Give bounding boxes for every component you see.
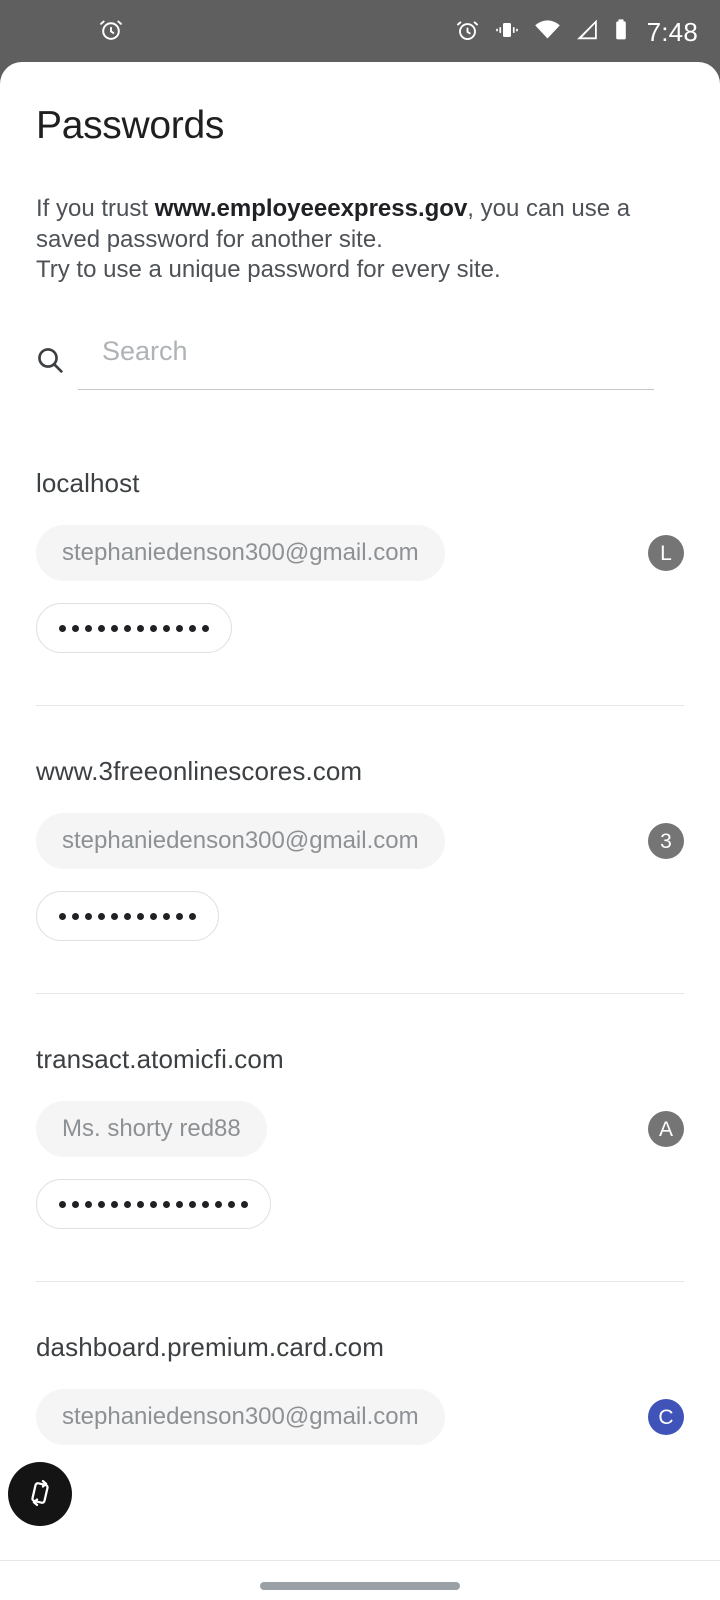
password-dot	[202, 624, 209, 632]
entry-password-row	[0, 581, 720, 654]
password-dot	[85, 624, 92, 632]
password-dot	[85, 912, 92, 920]
password-dot	[176, 1200, 183, 1208]
password-dot	[98, 1200, 105, 1208]
password-dot	[59, 1200, 66, 1208]
password-pill[interactable]	[36, 1179, 271, 1230]
password-dot	[72, 912, 79, 920]
entry-username-row: stephaniedenson300@gmail.com C	[0, 1363, 720, 1446]
password-dot	[137, 912, 144, 920]
password-dot	[85, 1200, 92, 1208]
alarm-icon	[455, 18, 480, 48]
password-dots	[59, 624, 209, 632]
password-dot	[137, 624, 144, 632]
password-dot	[124, 1200, 131, 1208]
entry-site-name: localhost	[36, 468, 140, 499]
username-chip[interactable]: stephaniedenson300@gmail.com	[36, 1389, 445, 1446]
cell-signal-icon	[575, 19, 599, 46]
trust-blurb-line2: Try to use a unique password for every s…	[36, 256, 501, 284]
password-entry-list: localhost stephaniedenson300@gmail.com L…	[0, 400, 720, 1446]
screen-rotation-button[interactable]	[8, 1462, 72, 1526]
avatar: L	[648, 535, 684, 572]
trust-prefix: If you trust	[36, 195, 155, 222]
entry-site-name: transact.atomicfi.com	[36, 1044, 284, 1075]
password-dot	[228, 1200, 235, 1208]
trust-blurb: If you trust www.employeeexpress.gov, yo…	[0, 148, 720, 286]
password-dot	[59, 624, 66, 632]
password-dot	[124, 912, 131, 920]
entry-username-row: stephaniedenson300@gmail.com 3	[0, 787, 720, 870]
wifi-icon	[534, 19, 561, 46]
status-bar-right: 7:48	[455, 17, 698, 48]
password-pill[interactable]	[36, 891, 219, 942]
password-pill[interactable]	[36, 603, 232, 654]
trusted-domain: www.employeeexpress.gov	[154, 195, 468, 222]
status-bar-clock: 7:48	[646, 17, 698, 47]
status-bar: 7:48	[0, 0, 720, 65]
entry-password-row	[0, 1157, 720, 1230]
password-dot	[176, 912, 183, 920]
battery-icon	[613, 18, 629, 47]
trust-blurb-line1: If you trust www.employeeexpress.gov, yo…	[36, 194, 660, 255]
password-entry[interactable]: transact.atomicfi.com Ms. shorty red88 A	[0, 994, 720, 1283]
entry-site-name: dashboard.premium.card.com	[36, 1332, 384, 1363]
password-dot	[59, 912, 66, 920]
avatar: C	[648, 1399, 684, 1436]
entry-site-name: www.3freeonlinescores.com	[36, 756, 363, 787]
search-icon	[34, 344, 66, 381]
password-dot	[111, 624, 118, 632]
username-chip[interactable]: stephaniedenson300@gmail.com	[36, 813, 445, 870]
password-dot	[202, 1200, 209, 1208]
password-dot	[163, 624, 170, 632]
search-row	[34, 334, 654, 400]
screen-rotation-icon	[24, 1477, 56, 1512]
username-chip[interactable]: Ms. shorty red88	[36, 1101, 267, 1158]
username-chip[interactable]: stephaniedenson300@gmail.com	[36, 525, 445, 582]
password-dot	[124, 624, 131, 632]
password-dot	[150, 1200, 157, 1208]
password-dot	[137, 1200, 144, 1208]
search-input[interactable]	[78, 334, 654, 391]
password-entry[interactable]: localhost stephaniedenson300@gmail.com L	[0, 418, 720, 707]
entry-username-row: Ms. shorty red88 A	[0, 1075, 720, 1158]
password-dot	[241, 1200, 248, 1208]
password-entry[interactable]: dashboard.premium.card.com stephaniedens…	[0, 1282, 720, 1446]
system-navigation-bar	[0, 1560, 720, 1600]
avatar: A	[648, 1111, 684, 1148]
password-dot	[163, 1200, 170, 1208]
password-dot	[215, 1200, 222, 1208]
status-bar-left	[0, 17, 124, 48]
password-dot	[189, 1200, 196, 1208]
password-dot	[163, 912, 170, 920]
password-entry[interactable]: www.3freeonlinescores.com stephaniedenso…	[0, 706, 720, 995]
passwords-sheet: Passwords If you trust www.employeeexpre…	[0, 62, 720, 1560]
password-dot	[98, 624, 105, 632]
password-dot	[150, 624, 157, 632]
password-dot	[189, 912, 196, 920]
avatar: 3	[648, 823, 684, 860]
password-dot	[111, 912, 118, 920]
entry-password-row	[0, 869, 720, 942]
password-dots	[59, 1200, 248, 1208]
vibrate-icon	[494, 18, 520, 47]
password-dot	[176, 624, 183, 632]
password-dot	[98, 912, 105, 920]
password-dot	[72, 1200, 79, 1208]
password-dot	[72, 624, 79, 632]
alarm-icon	[98, 17, 124, 48]
password-dot	[150, 912, 157, 920]
entry-username-row: stephaniedenson300@gmail.com L	[0, 499, 720, 582]
home-gesture-pill[interactable]	[260, 1581, 460, 1590]
phone-screen: 7:48 Passwords If you trust www.employee…	[0, 0, 720, 1600]
password-dots	[59, 912, 196, 920]
password-dot	[189, 624, 196, 632]
password-dot	[111, 1200, 118, 1208]
page-title: Passwords	[36, 104, 225, 147]
